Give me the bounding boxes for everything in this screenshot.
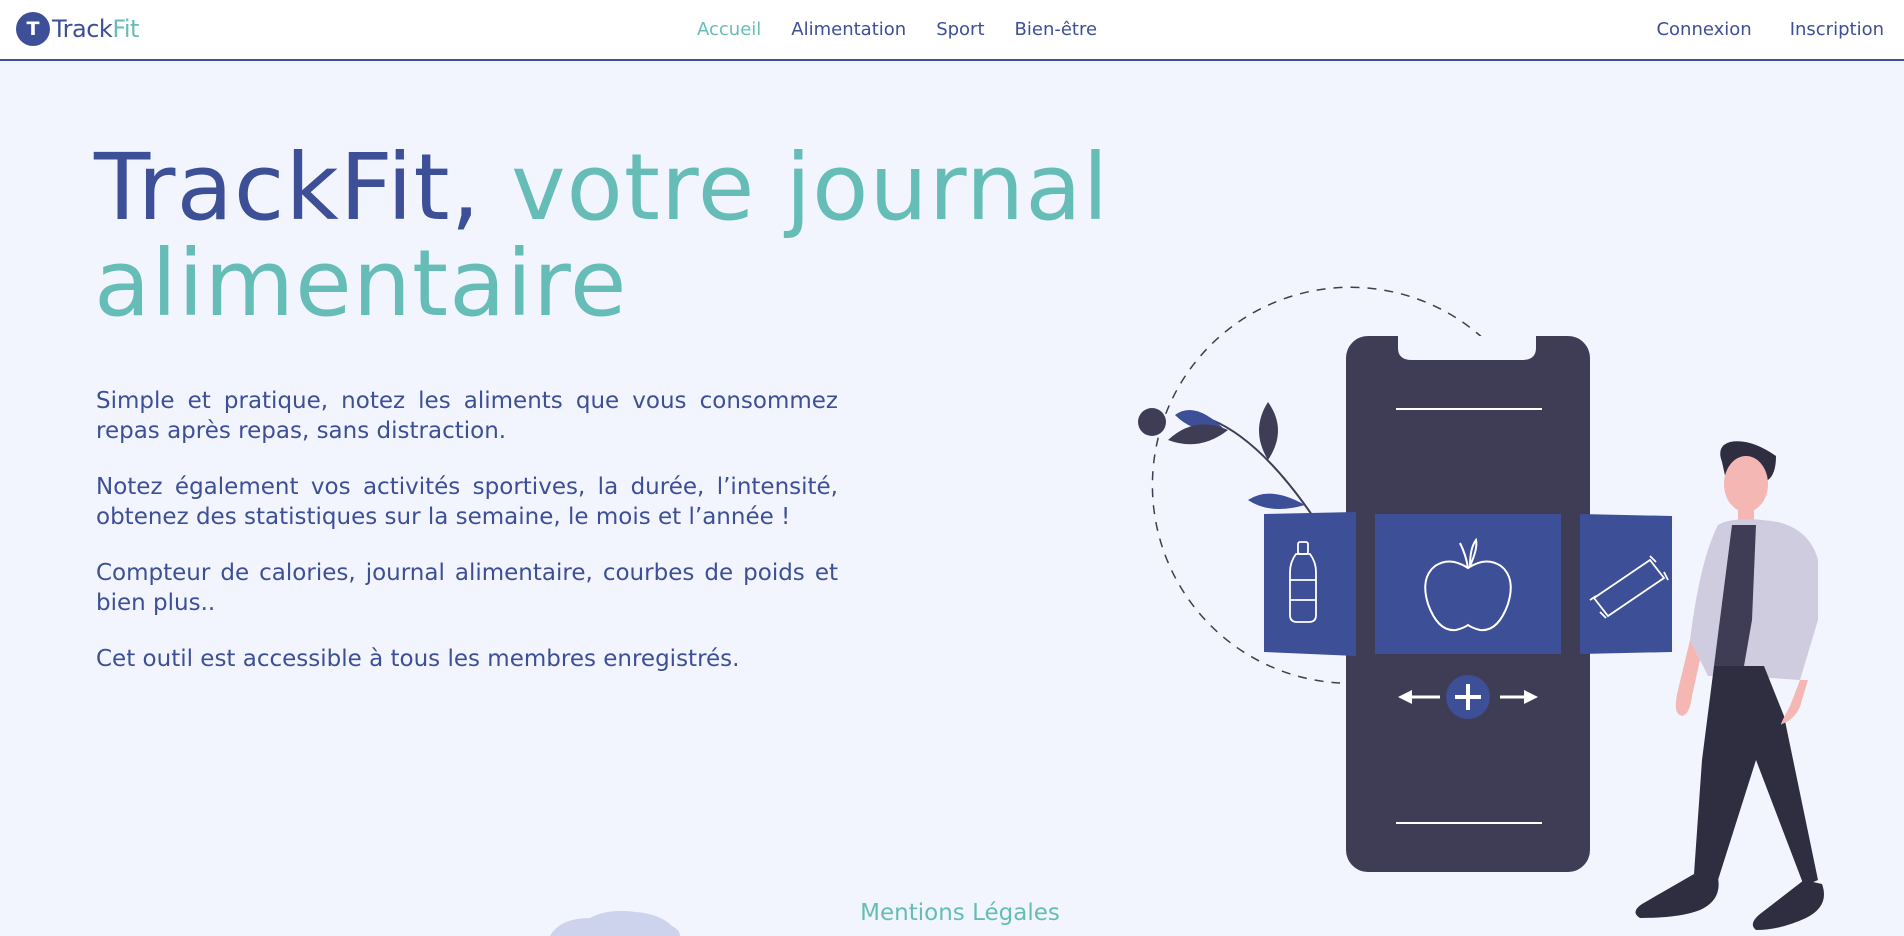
add-icon <box>1446 675 1490 719</box>
left-card <box>1264 512 1356 656</box>
orbit-dot <box>1138 408 1166 436</box>
plant-decoration <box>1168 402 1313 516</box>
hero-illustration <box>550 286 1824 936</box>
legal-notice-link[interactable]: Mentions Légales <box>0 900 1904 926</box>
person-illustration <box>1635 441 1824 930</box>
right-card <box>1580 514 1672 654</box>
center-card <box>1375 514 1561 654</box>
